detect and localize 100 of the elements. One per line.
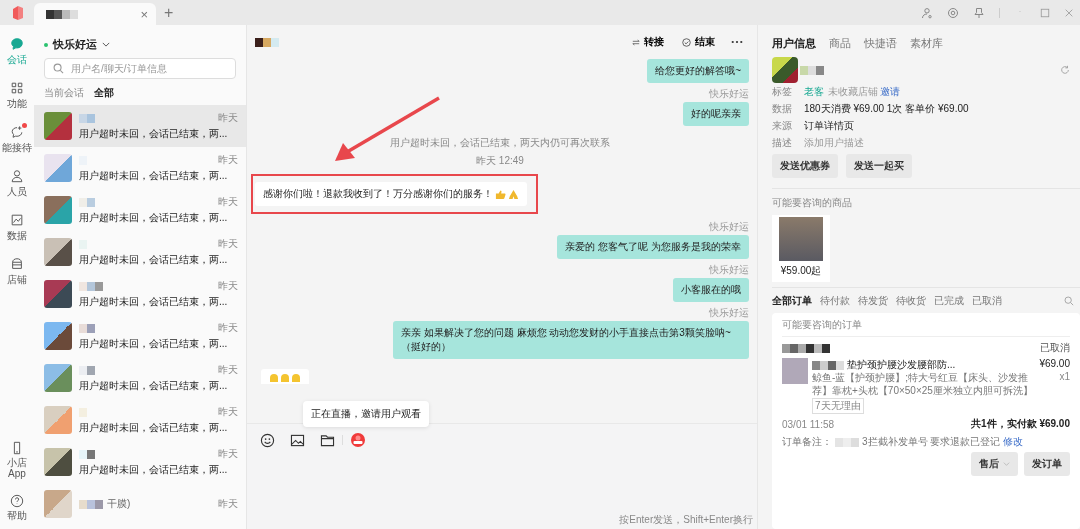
panel-tab[interactable]: 用户信息 bbox=[772, 36, 816, 51]
caret-icon bbox=[1003, 462, 1010, 466]
nav-item[interactable]: 能接待 bbox=[2, 125, 32, 155]
conversation-item[interactable]: 昨天 用户超时未回，会话已结束，两... bbox=[34, 231, 246, 273]
panel-tab[interactable]: 商品 bbox=[829, 36, 851, 51]
more-icon[interactable] bbox=[731, 40, 743, 44]
contact-name: 干膜) bbox=[107, 497, 131, 511]
search-icon[interactable] bbox=[1064, 296, 1074, 306]
order-time: 03/01 11:58 bbox=[782, 418, 835, 430]
order-status: 已取消 bbox=[1040, 341, 1070, 355]
blurred-title bbox=[46, 9, 78, 19]
field-label: 描述 bbox=[772, 135, 793, 150]
conversation-item[interactable]: 昨天 用户超时未回，会话已结束，两... bbox=[34, 441, 246, 483]
order-tab[interactable]: 已取消 bbox=[972, 294, 1002, 308]
conversation-item[interactable]: 昨天 用户超时未回，会话已结束，两... bbox=[34, 357, 246, 399]
conversation-item[interactable]: 干膜) 昨天 bbox=[34, 483, 246, 525]
nav-item[interactable]: 小店App bbox=[5, 440, 29, 480]
transfer-icon bbox=[632, 38, 640, 46]
maximize-icon[interactable] bbox=[1040, 7, 1050, 18]
dropdown-button[interactable]: 售后 bbox=[971, 452, 1018, 476]
blurred-name bbox=[79, 323, 95, 333]
avatar-photo-placeholder bbox=[44, 322, 72, 350]
message-time: 昨天 12:49 bbox=[476, 154, 524, 168]
account-name[interactable]: 快乐好运 bbox=[53, 37, 97, 52]
emoji-icon[interactable] bbox=[260, 432, 275, 448]
end-chat-button[interactable]: 结束 bbox=[680, 33, 717, 51]
customer-tag: 未收藏店铺 bbox=[828, 84, 878, 99]
customer-tag: 老客 bbox=[804, 84, 824, 99]
send-button[interactable]: 发送一起买 bbox=[846, 154, 912, 178]
product-photo-placeholder bbox=[779, 217, 823, 261]
image-icon[interactable] bbox=[290, 433, 305, 447]
field-label: 标签 bbox=[772, 84, 793, 99]
order-tab[interactable]: 待付款 bbox=[820, 294, 850, 308]
conversation-tab[interactable]: 全部 bbox=[94, 86, 114, 100]
user-icon[interactable] bbox=[921, 6, 933, 19]
conversation-item[interactable]: 昨天 用户超时未回，会话已结束，两... bbox=[34, 399, 246, 441]
search-field[interactable]: 用户名/聊天/订单信息 bbox=[44, 58, 236, 79]
close-icon[interactable] bbox=[1064, 7, 1074, 18]
section-title: 可能要咨询的商品 bbox=[772, 196, 853, 210]
avatar-photo-placeholder bbox=[44, 406, 72, 434]
message-bubble: 感谢你们啦！退款我收到了！万分感谢你们的服务！ bbox=[255, 182, 527, 206]
order-tab[interactable]: 全部订单 bbox=[772, 294, 812, 308]
send-button[interactable]: 发送优惠券 bbox=[772, 154, 838, 178]
order-button[interactable]: 发订单 bbox=[1024, 452, 1070, 476]
message-bubble: 小客服在的哦 bbox=[673, 278, 749, 302]
window-tab[interactable]: × bbox=[34, 3, 156, 25]
nav-item[interactable]: 数据 bbox=[7, 213, 27, 243]
order-total: 共1件，实付款 ¥69.00 bbox=[971, 417, 1070, 431]
message-preview: 用户超时未回，会话已结束，两... bbox=[79, 295, 229, 309]
avatar-photo-placeholder bbox=[44, 280, 72, 308]
product-price: ¥69.00 bbox=[1039, 358, 1070, 369]
chat-bubble-icon bbox=[10, 37, 24, 51]
product-price: ¥59.00起 bbox=[780, 264, 822, 278]
product-spec: 鲸鱼-蓝【护颈护腰】;特大号红豆【床头、沙发推荐】靠枕+头枕【70×50×25厘米独立内胆可拆洗】 bbox=[812, 372, 1034, 397]
conversation-time: 昨天 bbox=[218, 321, 238, 335]
field-value: 180天消费 ¥69.00 1次 客单价 ¥69.00 bbox=[804, 101, 969, 116]
conversation-item[interactable]: 昨天 用户超时未回，会话已结束，两... bbox=[34, 105, 246, 147]
settings-icon[interactable] bbox=[947, 6, 959, 19]
avatar-photo-placeholder bbox=[44, 490, 72, 518]
conversation-time: 昨天 bbox=[218, 237, 238, 251]
nav-label: 小店App bbox=[6, 456, 28, 480]
transfer-button[interactable]: 转接 bbox=[630, 33, 666, 51]
product-card[interactable]: ¥59.00起 bbox=[772, 215, 830, 282]
chat-sparkle-icon bbox=[10, 125, 24, 139]
order-card-title: 可能要咨询的订单 bbox=[782, 313, 1070, 337]
invite-link[interactable]: 邀请 bbox=[880, 84, 900, 99]
panel-tab[interactable]: 素材库 bbox=[910, 36, 943, 51]
avatar-photo-placeholder bbox=[44, 154, 72, 182]
new-tab-button[interactable]: + bbox=[164, 3, 174, 22]
caret-icon[interactable] bbox=[102, 42, 110, 47]
live-stream-icon[interactable] bbox=[350, 432, 366, 448]
shop-icon bbox=[10, 257, 24, 271]
edit-link[interactable]: 修改 bbox=[1003, 435, 1024, 449]
conversation-item[interactable]: 昨天 用户超时未回，会话已结束，两... bbox=[34, 273, 246, 315]
folder-icon[interactable] bbox=[320, 433, 335, 447]
help-icon bbox=[10, 493, 24, 508]
order-tab[interactable]: 待收货 bbox=[896, 294, 926, 308]
nav-item[interactable]: 人员 bbox=[7, 169, 27, 199]
nav-item[interactable]: 店铺 bbox=[7, 257, 27, 287]
conversation-item[interactable]: 昨天 用户超时未回，会话已结束，两... bbox=[34, 315, 246, 357]
sender-name: 快乐好运 bbox=[709, 87, 749, 101]
nav-item[interactable]: 帮助 bbox=[5, 493, 29, 521]
conversation-tab[interactable]: 当前会话 bbox=[44, 86, 84, 100]
product-name: 垫护颈护腰沙发腰部防... bbox=[847, 358, 956, 372]
pin-icon[interactable] bbox=[973, 6, 985, 19]
blurred-name bbox=[800, 65, 824, 75]
close-tab-button[interactable]: × bbox=[140, 6, 148, 22]
order-tab[interactable]: 待发货 bbox=[858, 294, 888, 308]
conversation-time: 昨天 bbox=[218, 195, 238, 209]
refresh-icon[interactable] bbox=[1060, 65, 1070, 75]
sender-name: 快乐好运 bbox=[709, 220, 749, 234]
avatar-photo-placeholder bbox=[772, 57, 798, 83]
avatar-photo-placeholder bbox=[44, 196, 72, 224]
sender-name: 快乐好运 bbox=[709, 263, 749, 277]
panel-tab[interactable]: 快捷语 bbox=[864, 36, 897, 51]
conversation-item[interactable]: 昨天 用户超时未回，会话已结束，两... bbox=[34, 147, 246, 189]
nav-item[interactable]: 功能 bbox=[7, 81, 27, 111]
conversation-time: 昨天 bbox=[218, 111, 238, 125]
order-tab[interactable]: 已完成 bbox=[934, 294, 964, 308]
conversation-item[interactable]: 昨天 用户超时未回，会话已结束，两... bbox=[34, 189, 246, 231]
